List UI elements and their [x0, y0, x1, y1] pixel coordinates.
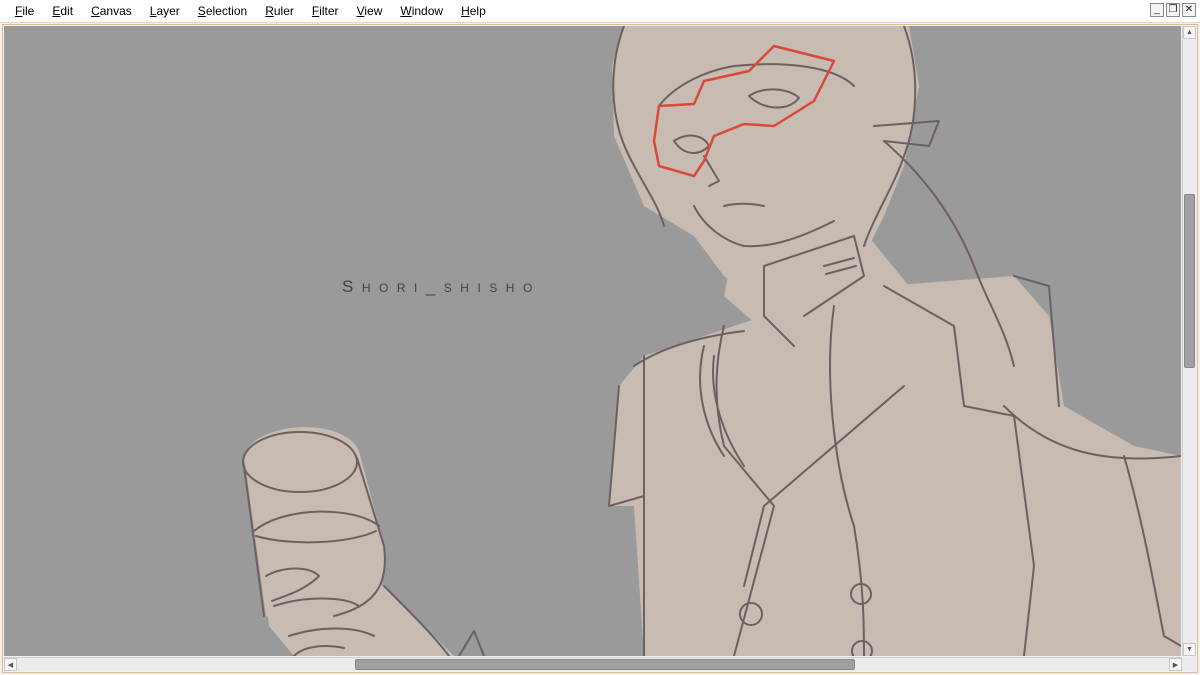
scrollbar-corner — [1182, 657, 1196, 671]
scroll-up-arrow-icon: ▲ — [1186, 29, 1193, 36]
menu-item-edit[interactable]: Edit — [43, 0, 82, 22]
menu-item-ruler[interactable]: Ruler — [256, 0, 303, 22]
scroll-right-button[interactable]: ▶ — [1169, 658, 1182, 671]
menu-item-file[interactable]: File — [6, 0, 43, 22]
scroll-up-button[interactable]: ▲ — [1183, 26, 1196, 39]
minimize-icon: _ — [1154, 4, 1160, 15]
menu-item-canvas[interactable]: Canvas — [82, 0, 141, 22]
close-button[interactable]: ✕ — [1182, 3, 1196, 17]
close-icon: ✕ — [1184, 4, 1194, 15]
horizontal-scroll-thumb[interactable] — [355, 659, 855, 670]
scroll-left-button[interactable]: ◀ — [4, 658, 17, 671]
menu-item-window[interactable]: Window — [391, 0, 452, 22]
menu-items: File Edit Canvas Layer Selection Ruler Filter V… — [0, 0, 495, 22]
sketch-artwork — [242, 26, 1181, 656]
menu-bar: File Edit Canvas Layer Selection Ruler Filter V… — [0, 0, 1200, 23]
menu-item-view[interactable]: View — [348, 0, 392, 22]
restore-icon: ❐ — [1168, 4, 1178, 15]
vertical-scrollbar[interactable]: ▲ ▼ — [1182, 26, 1196, 656]
scroll-right-arrow-icon: ▶ — [1172, 661, 1179, 669]
minimize-button[interactable]: _ — [1150, 3, 1164, 17]
scroll-down-arrow-icon: ▼ — [1186, 646, 1193, 653]
restore-button[interactable]: ❐ — [1166, 3, 1180, 17]
window-controls: _ ❐ ✕ — [1150, 3, 1196, 17]
drawing-canvas[interactable]: Shori_shisho — [4, 26, 1181, 656]
menu-item-filter[interactable]: Filter — [303, 0, 348, 22]
menu-item-layer[interactable]: Layer — [141, 0, 189, 22]
watermark-text: Shori_shisho — [342, 277, 541, 296]
horizontal-scrollbar[interactable]: ◀ ▶ — [4, 657, 1182, 671]
scroll-left-arrow-icon: ◀ — [7, 661, 14, 669]
vertical-scroll-thumb[interactable] — [1184, 194, 1195, 368]
menu-item-selection[interactable]: Selection — [189, 0, 256, 22]
menu-item-help[interactable]: Help — [452, 0, 495, 22]
scroll-down-button[interactable]: ▼ — [1183, 643, 1196, 656]
